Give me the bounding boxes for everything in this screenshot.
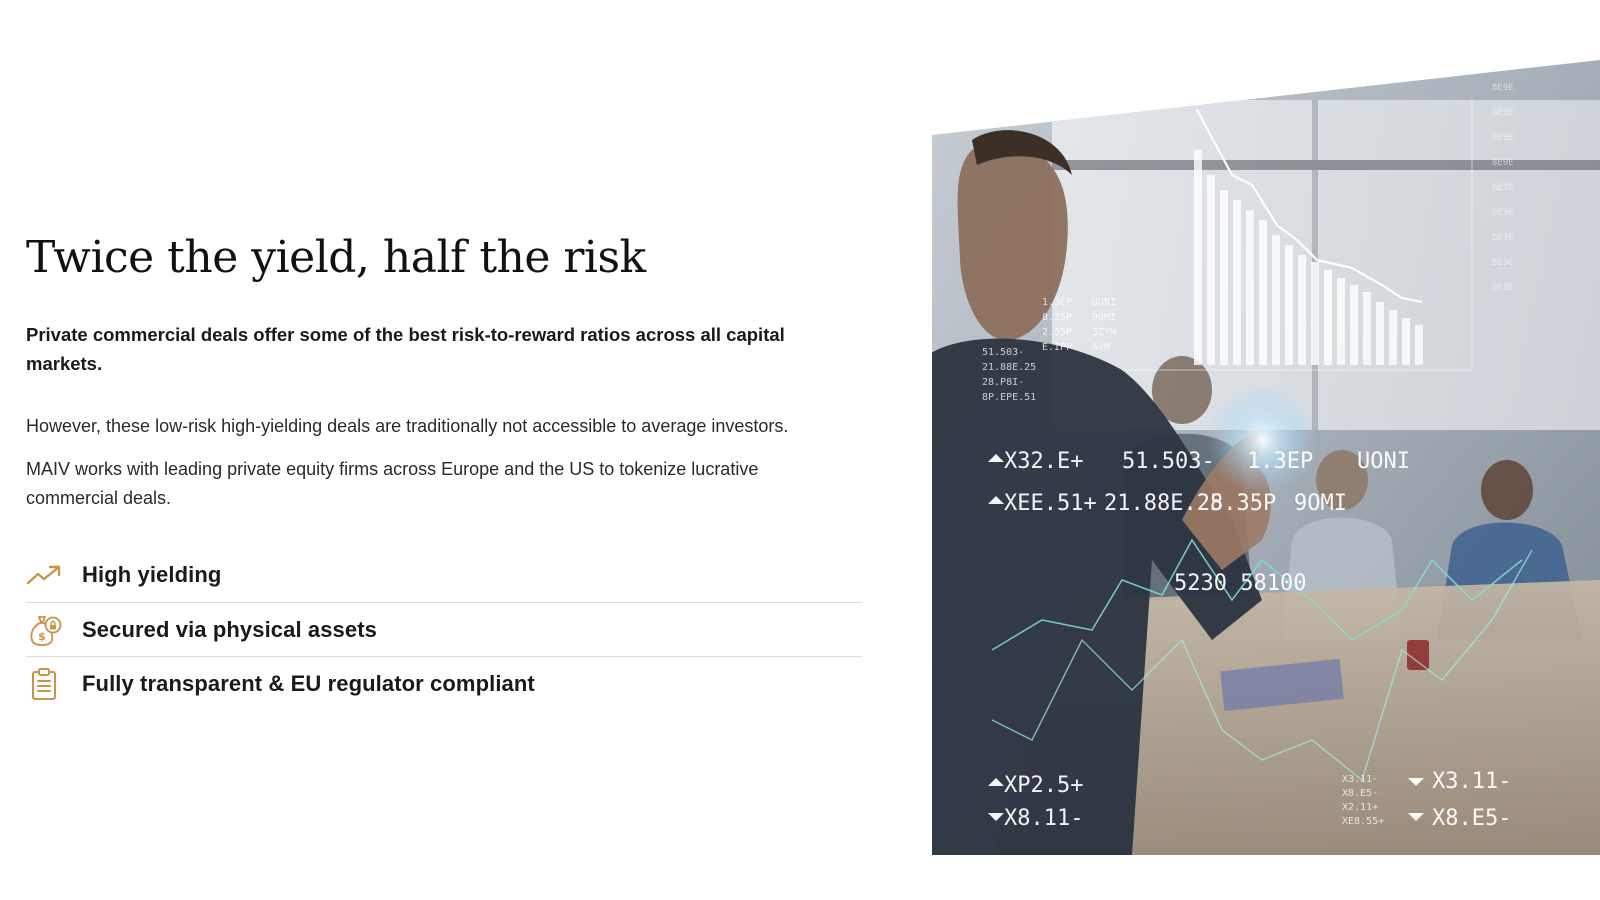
money-bag-lock-icon: $: [26, 612, 62, 648]
svg-text:UONI: UONI: [1092, 297, 1116, 308]
feature-label: High yielding: [82, 562, 222, 587]
svg-text:AYM: AYM: [1092, 342, 1110, 353]
trending-up-icon: [26, 557, 62, 593]
feature-label: Secured via physical assets: [82, 616, 377, 642]
svg-text:28.P8I-: 28.P8I-: [982, 377, 1024, 388]
feature-item-transparent: Fully transparent & EU regulator complia…: [26, 656, 862, 710]
svg-text:8E9E: 8E9E: [1492, 183, 1514, 193]
feature-item-secured: $ Secured via physical assets: [26, 602, 862, 656]
svg-text:3ZYM: 3ZYM: [1092, 327, 1116, 338]
svg-text:XE8.55+: XE8.55+: [1342, 816, 1384, 827]
overlay-figure: 51.503-: [1122, 449, 1215, 474]
svg-text:9OMI: 9OMI: [1092, 312, 1116, 323]
svg-text:8P.EPE.51: 8P.EPE.51: [982, 392, 1036, 403]
feature-list: High yielding $ Secured via physical ass…: [26, 548, 862, 710]
overlay-figure: 5230 58100: [1174, 571, 1306, 596]
feature-label: Fully transparent & EU regulator complia…: [82, 670, 535, 696]
overlay-figure: UONI: [1357, 449, 1410, 474]
body-paragraph: However, these low-risk high-yielding de…: [26, 416, 789, 436]
lead-paragraph: Private commercial deals offer some of t…: [26, 324, 785, 374]
svg-text:8E9E: 8E9E: [1492, 258, 1514, 268]
svg-text:2.55P: 2.55P: [1042, 327, 1072, 338]
svg-text:8E9E: 8E9E: [1492, 283, 1514, 293]
overlay-figure: X8.11-: [1004, 806, 1083, 831]
svg-text:X2.11+: X2.11+: [1342, 802, 1378, 813]
svg-text:8.35P: 8.35P: [1042, 312, 1072, 323]
svg-text:$: $: [38, 630, 46, 643]
svg-text:8E9E: 8E9E: [1492, 208, 1514, 218]
overlay-figure: 21.88E.25: [1104, 491, 1223, 516]
body-paragraph: MAIV works with leading private equity f…: [26, 459, 759, 508]
svg-text:X8.E5-: X8.E5-: [1342, 788, 1378, 799]
overlay-figure: XEE.51+: [1004, 491, 1097, 516]
overlay-figure: X8.E5-: [1432, 806, 1511, 831]
svg-text:1.3EP: 1.3EP: [1042, 297, 1072, 308]
svg-text:8E9E: 8E9E: [1492, 133, 1514, 143]
svg-text:8E9E: 8E9E: [1492, 233, 1514, 243]
section-headline: Twice the yield, half the risk: [26, 232, 646, 283]
svg-text:21.88E.25: 21.88E.25: [982, 362, 1036, 373]
svg-text:51.503-: 51.503-: [982, 347, 1024, 358]
svg-text:8E9E: 8E9E: [1492, 158, 1514, 168]
overlay-figure: XP2.5+: [1004, 773, 1083, 798]
svg-text:8E9E: 8E9E: [1492, 83, 1514, 93]
svg-text:8E9E: 8E9E: [1492, 108, 1514, 118]
overlay-figure: 8.35P: [1210, 491, 1276, 516]
svg-text:E.IPP: E.IPP: [1042, 342, 1072, 353]
overlay-figure: X32.E+: [1004, 449, 1083, 474]
svg-text:X3.11-: X3.11-: [1342, 774, 1378, 785]
overlay-figure: 9OMI: [1294, 491, 1347, 516]
overlay-figure: 1.3EP: [1247, 449, 1313, 474]
clipboard-icon: [26, 666, 62, 702]
overlay-figure: X3.11-: [1432, 769, 1511, 794]
hero-image: 8E9E 8E9E 8E9E 8E9E 8E9E 8E9E 8E9E 8E9E 8E9E X…: [932, 40, 1600, 855]
feature-item-high-yielding: High yielding: [26, 548, 862, 602]
